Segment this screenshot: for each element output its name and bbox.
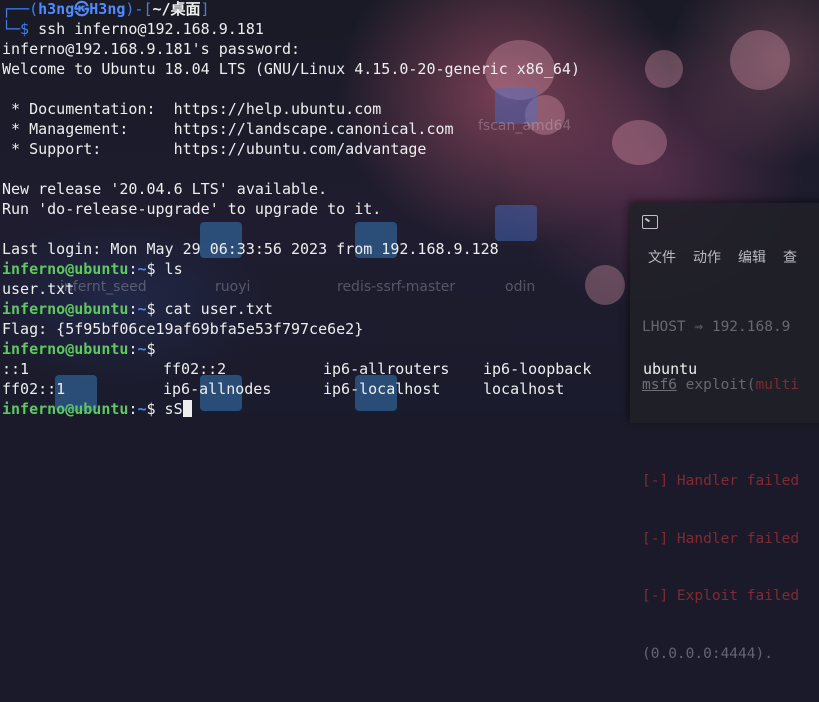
release-notice: New release '20.04.6 LTS' available.: [2, 180, 328, 198]
flag-output: Flag: {5f95bf06ce19af69bfa5e53f797ce6e2}: [2, 320, 364, 338]
prompt-path: ~/桌面: [152, 0, 201, 18]
remote-path: ~: [137, 400, 147, 418]
remote-dollar: $: [146, 300, 156, 318]
remote-user-host: inferno@ubuntu: [2, 260, 129, 278]
rwin-error-line: [-] Exploit failed: [642, 588, 800, 605]
remote-dollar: $: [146, 340, 156, 358]
completion-item: ::1: [2, 360, 30, 378]
completion-item: ip6-allrouters: [323, 360, 450, 378]
prompt-corner: ┌──(: [2, 0, 39, 18]
active-prompt-line[interactable]: inferno@ubuntu:~$ sS: [2, 399, 819, 419]
completion-row: ff02::1 ip6-allnodes ip6-localhost localhos…: [2, 379, 819, 399]
completion-row: ::1 ff02::2 ip6-allrouters ip6-loopback ubun…: [2, 359, 819, 379]
zsh-prompt-header: ┌──(h3ng㉿H3ng)-[~/桌面]: [2, 0, 819, 19]
terminal-output[interactable]: ┌──(h3ng㉿H3ng)-[~/桌面] └─$ ssh inferno@19…: [2, 0, 819, 418]
completion-item: ip6-allnodes: [163, 380, 272, 398]
completion-item: ff02::1: [2, 380, 66, 398]
completion-item: ip6-loopback: [483, 360, 592, 378]
remote-user-host: inferno@ubuntu: [2, 340, 129, 358]
remote-user-host: inferno@ubuntu: [2, 300, 129, 318]
ssh-command-line: └─$ ssh inferno@192.168.9.181: [2, 19, 819, 39]
completion-item: ip6-localhost: [323, 380, 441, 398]
remote-prompt-line: inferno@ubuntu:~$ ls: [2, 259, 819, 279]
remote-path: ~: [137, 260, 147, 278]
current-input[interactable]: sS: [156, 400, 183, 418]
prompt-close: ]: [200, 0, 210, 18]
completion-item: ubuntu: [643, 360, 698, 378]
upgrade-notice: Run 'do-release-upgrade' to upgrade to i…: [2, 200, 382, 218]
remote-dollar: $: [146, 400, 156, 418]
ssh-command: ssh inferno@192.168.9.181: [38, 20, 264, 38]
remote-prompt-line: inferno@ubuntu:~$: [2, 339, 819, 359]
remote-dollar: $: [146, 260, 156, 278]
text-cursor: [182, 400, 192, 417]
ls-output: user.txt: [2, 280, 75, 298]
prompt-at-symbol: ㉿: [74, 0, 90, 18]
last-login: Last login: Mon May 29 06:33:56 2023 fro…: [2, 240, 499, 258]
welcome-message: Welcome to Ubuntu 18.04 LTS (GNU/Linux 4…: [2, 60, 580, 78]
prompt-dollar: └─$: [2, 20, 39, 38]
motd-documentation: * Documentation: https://help.ubuntu.com: [2, 100, 382, 118]
completion-item: ff02::2: [163, 360, 227, 378]
prompt-sep: )-[: [125, 0, 153, 18]
motd-management: * Management: https://landscape.canonica…: [2, 120, 454, 138]
remote-path: ~: [137, 300, 147, 318]
motd-support: * Support: https://ubuntu.com/advantage: [2, 140, 427, 158]
prompt-user: h3ng: [38, 0, 75, 18]
rwin-line: (0.0.0.0:4444).: [642, 645, 773, 662]
completion-item: localhost: [483, 380, 565, 398]
remote-user-host: inferno@ubuntu: [2, 400, 129, 418]
remote-path: ~: [137, 340, 147, 358]
rwin-error-line: [-] Handler failed: [642, 473, 800, 490]
password-prompt: inferno@192.168.9.181's password:: [2, 40, 301, 58]
prompt-host: H3ng: [89, 0, 126, 18]
remote-prompt-line: inferno@ubuntu:~$ cat user.txt: [2, 299, 819, 319]
cat-command: cat user.txt: [155, 300, 273, 318]
rwin-error-line: [-] Handler failed: [642, 530, 800, 547]
ls-command: ls: [155, 260, 183, 278]
